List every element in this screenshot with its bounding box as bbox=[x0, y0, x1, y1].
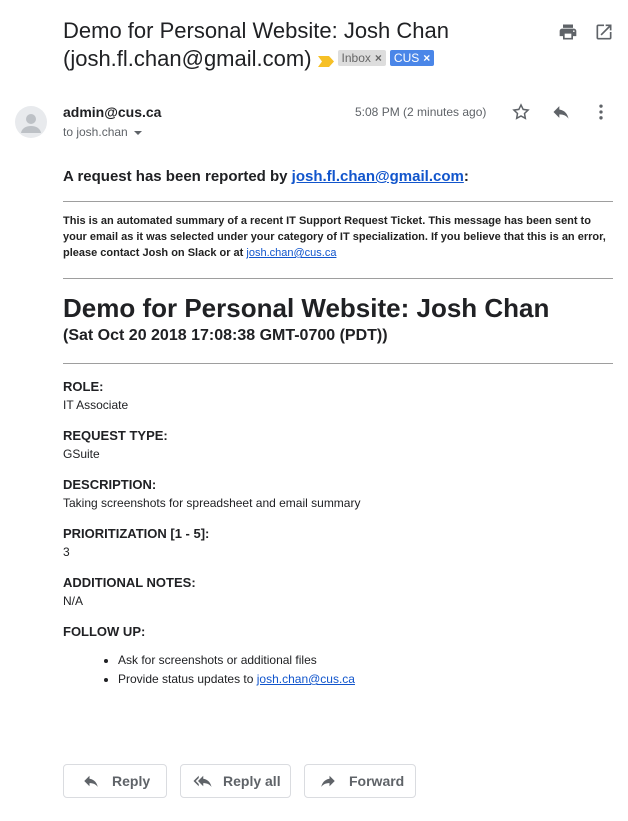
reply-all-button[interactable]: Reply all bbox=[180, 764, 291, 798]
field-request-type: REQUEST TYPE: GSuite bbox=[63, 428, 613, 461]
reply-button[interactable]: Reply bbox=[63, 764, 167, 798]
message-timestamp: 5:08 PM (2 minutes ago) bbox=[355, 105, 487, 119]
field-value: 3 bbox=[63, 545, 70, 559]
ticket-date: (Sat Oct 20 2018 17:08:38 GMT-0700 (PDT)… bbox=[63, 327, 388, 344]
reply-label: Reply bbox=[112, 773, 151, 789]
label-inbox: Inbox × bbox=[337, 50, 386, 67]
importance-marker-icon[interactable] bbox=[317, 46, 334, 74]
open-in-new-window-icon[interactable] bbox=[594, 22, 614, 42]
ticket-title: Demo for Personal Website: Josh Chan bbox=[63, 293, 550, 323]
field-additional-notes: ADDITIONAL NOTES: N/A bbox=[63, 575, 613, 608]
message-body: A request has been reported by josh.fl.c… bbox=[63, 166, 613, 689]
field-label: FOLLOW UP: bbox=[63, 624, 146, 639]
field-prioritization: PRIORITIZATION [1 - 5]: 3 bbox=[63, 526, 613, 559]
summary-email-link[interactable]: josh.chan@cus.ca bbox=[246, 247, 336, 259]
follow-up-item: Provide status updates to josh.chan@cus.… bbox=[118, 670, 613, 689]
reporter-email-link[interactable]: josh.fl.chan@gmail.com bbox=[292, 168, 464, 185]
divider bbox=[63, 363, 613, 364]
reported-by-line: A request has been reported by josh.fl.c… bbox=[63, 168, 613, 185]
print-icon[interactable] bbox=[558, 22, 578, 42]
field-value: Taking screenshots for spreadsheet and e… bbox=[63, 496, 361, 510]
field-follow-up: FOLLOW UP: Ask for screenshots or additi… bbox=[63, 624, 613, 689]
remove-label-inbox-icon[interactable]: × bbox=[375, 51, 382, 65]
label-inbox-text: Inbox bbox=[341, 51, 371, 66]
star-icon[interactable] bbox=[511, 102, 531, 122]
remove-label-cus-icon[interactable]: × bbox=[423, 51, 430, 65]
follow-up-email-link[interactable]: josh.chan@cus.ca bbox=[257, 672, 355, 686]
reported-suffix: : bbox=[463, 168, 469, 185]
field-label: ADDITIONAL NOTES: bbox=[63, 575, 196, 590]
field-value: GSuite bbox=[63, 447, 100, 461]
field-label: DESCRIPTION: bbox=[63, 477, 157, 492]
reply-icon bbox=[82, 772, 100, 790]
thread-toolbar bbox=[558, 22, 614, 42]
follow-up-item: Ask for screenshots or additional files bbox=[118, 651, 613, 670]
follow-up-list: Ask for screenshots or additional files … bbox=[63, 651, 613, 689]
field-label: PRIORITIZATION [1 - 5]: bbox=[63, 526, 210, 541]
field-description: DESCRIPTION: Taking screenshots for spre… bbox=[63, 477, 613, 510]
label-cus-text: CUS bbox=[393, 51, 420, 66]
email-subject: Demo for Personal Website: Josh Chan (jo… bbox=[63, 17, 543, 74]
field-role: ROLE: IT Associate bbox=[63, 379, 613, 412]
reply-all-label: Reply all bbox=[223, 773, 281, 789]
message-actions bbox=[511, 102, 611, 122]
label-cus: CUS × bbox=[389, 50, 435, 67]
forward-button[interactable]: Forward bbox=[304, 764, 416, 798]
sender-avatar[interactable] bbox=[15, 106, 47, 138]
recipient-text: to josh.chan bbox=[63, 125, 128, 139]
field-label: REQUEST TYPE: bbox=[63, 428, 168, 443]
field-value: N/A bbox=[63, 594, 84, 608]
follow-up-text: Provide status updates to bbox=[118, 672, 257, 686]
reply-icon[interactable] bbox=[551, 102, 571, 122]
divider bbox=[63, 201, 613, 202]
recipient-details[interactable]: to josh.chan bbox=[63, 125, 142, 139]
sender-address[interactable]: admin@cus.ca bbox=[63, 104, 161, 120]
field-label: ROLE: bbox=[63, 379, 104, 394]
reply-all-icon bbox=[193, 772, 215, 790]
chevron-down-icon[interactable] bbox=[133, 130, 142, 135]
reported-prefix: A request has been reported by bbox=[63, 168, 292, 185]
forward-icon bbox=[319, 772, 337, 790]
more-options-icon[interactable] bbox=[591, 102, 611, 122]
automated-summary: This is an automated summary of a recent… bbox=[63, 213, 613, 261]
divider bbox=[63, 278, 613, 279]
forward-label: Forward bbox=[349, 773, 405, 789]
field-value: IT Associate bbox=[63, 398, 129, 412]
reply-bar: Reply Reply all Forward bbox=[63, 764, 416, 798]
